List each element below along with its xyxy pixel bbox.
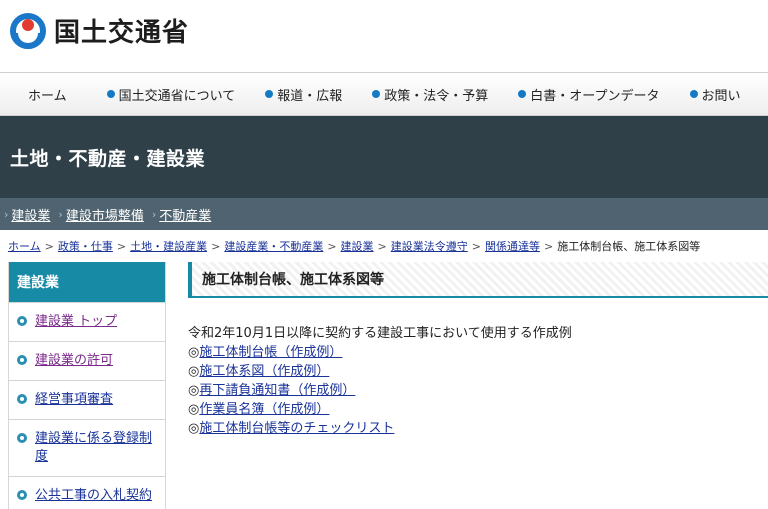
breadcrumb: ホーム > 政策・仕事 > 土地・建設産業 > 建設産業・不動産業 > 建設業 … — [0, 230, 768, 262]
page-title: 施工体制台帳、施工体系図等 — [188, 262, 768, 298]
bullet-icon — [17, 490, 27, 500]
document-link[interactable]: 施工体制台帳等のチェックリスト — [199, 421, 394, 436]
list-item: ◎再下請負通知書（作成例） — [188, 381, 768, 400]
gnav-label: 白書・オープンデータ — [530, 88, 660, 104]
document-link[interactable]: 作業員名簿（作成例） — [199, 402, 329, 417]
document-link[interactable]: 施工体制台帳（作成例） — [199, 345, 342, 360]
section-title: 土地・不動産・建設業 — [10, 147, 206, 170]
gnav-label: 国土交通省について — [118, 88, 236, 104]
gnav-item-about[interactable]: 国土交通省について — [93, 73, 266, 115]
site-title: 国土交通省 — [54, 18, 190, 48]
chevron-right-icon: › — [58, 207, 63, 221]
sidebar-item-label[interactable]: 建設業に係る登録制度 — [35, 431, 152, 464]
sidebar-item-label[interactable]: 建設業 トップ — [35, 314, 117, 329]
document-link[interactable]: 再下請負通知書（作成例） — [199, 383, 355, 398]
breadcrumb-link[interactable]: 建設産業・不動産業 — [224, 238, 323, 254]
sidebar: 建設業 建設業 トップ 建設業の許可 経営事項審査 建設業に係る登録制度 公共工… — [8, 262, 166, 509]
breadcrumb-link[interactable]: 政策・仕事 — [58, 238, 113, 254]
sidebar-item-registration[interactable]: 建設業に係る登録制度 — [9, 419, 165, 476]
section-banner: 土地・不動産・建設業 — [0, 116, 768, 198]
global-nav: ホーム 国土交通省について 報道・広報 政策・法令・予算 白書・オープンデータ … — [0, 72, 768, 116]
subnav-link-construction[interactable]: 建設業 — [11, 205, 50, 224]
double-circle-icon: ◎ — [188, 345, 200, 360]
bullet-icon — [17, 394, 27, 404]
gnav-label: 報道・広報 — [277, 88, 343, 104]
sidebar-item-label[interactable]: 経営事項審査 — [35, 392, 113, 407]
breadcrumb-link[interactable]: 建設業法令遵守 — [391, 238, 468, 254]
bullet-icon — [17, 433, 27, 443]
chevron-right-icon: › — [151, 207, 157, 221]
double-circle-icon: ◎ — [188, 421, 200, 436]
page-content: 建設業 建設業 トップ 建設業の許可 経営事項審査 建設業に係る登録制度 公共工… — [0, 262, 768, 509]
bullet-icon — [689, 90, 698, 98]
intro-text: 令和2年10月1日以降に契約する建設工事において使用する作成例 — [188, 326, 572, 341]
breadcrumb-separator: > — [543, 239, 554, 253]
sidebar-item-evaluation[interactable]: 経営事項審査 — [9, 380, 165, 419]
site-header: 国土交通省 — [0, 0, 768, 72]
breadcrumb-current: 施工体制台帳、施工体系図等 — [557, 240, 701, 253]
chevron-right-icon: › — [4, 207, 9, 221]
gnav-item-whitepaper[interactable]: 白書・オープンデータ — [518, 73, 689, 115]
gnav-item-contact[interactable]: お問い — [689, 73, 741, 115]
bullet-icon — [106, 90, 115, 98]
breadcrumb-link[interactable]: 関係通達等 — [485, 238, 540, 254]
double-circle-icon: ◎ — [188, 383, 200, 398]
bullet-icon — [518, 90, 527, 98]
list-item: ◎施工体系図（作成例） — [188, 362, 768, 381]
document-list: ◎施工体制台帳（作成例） ◎施工体系図（作成例） ◎再下請負通知書（作成例） ◎… — [188, 343, 768, 438]
bullet-icon — [372, 90, 381, 98]
mlit-logo-icon — [10, 12, 46, 49]
gnav-item-press[interactable]: 報道・広報 — [265, 73, 372, 115]
gnav-label: ホーム — [28, 88, 67, 104]
sidebar-item-top[interactable]: 建設業 トップ — [9, 302, 165, 341]
list-item: ◎作業員名簿（作成例） — [188, 400, 768, 419]
sidebar-item-license[interactable]: 建設業の許可 — [9, 341, 165, 380]
bullet-icon — [17, 355, 27, 365]
breadcrumb-separator: > — [471, 239, 481, 253]
breadcrumb-link[interactable]: ホーム — [8, 238, 41, 254]
breadcrumb-separator: > — [327, 239, 337, 253]
site-logo[interactable]: 国土交通省 — [10, 12, 189, 49]
breadcrumb-link[interactable]: 土地・建設産業 — [130, 238, 207, 254]
gnav-label: 政策・法令・予算 — [384, 88, 489, 104]
gnav-item-policy[interactable]: 政策・法令・予算 — [372, 73, 518, 115]
sidebar-item-label[interactable]: 建設業の許可 — [35, 353, 113, 368]
breadcrumb-separator: > — [377, 239, 387, 253]
breadcrumb-link[interactable]: 建設業 — [341, 238, 374, 254]
gnav-label: お問い — [701, 88, 741, 104]
sidebar-item-label[interactable]: 公共工事の入札契約 — [35, 488, 152, 503]
document-link[interactable]: 施工体系図（作成例） — [199, 364, 329, 379]
breadcrumb-separator: > — [211, 239, 221, 253]
bullet-icon — [265, 90, 274, 98]
sidebar-item-bidding[interactable]: 公共工事の入札契約 — [9, 476, 165, 509]
subnav-link-market[interactable]: 建設市場整備 — [66, 205, 144, 224]
sidebar-heading[interactable]: 建設業 — [9, 262, 165, 302]
sub-nav: › 建設業 › 建設市場整備 › 不動産業 — [0, 198, 768, 230]
double-circle-icon: ◎ — [188, 364, 200, 379]
main-content: 施工体制台帳、施工体系図等 令和2年10月1日以降に契約する建設工事において使用… — [166, 262, 768, 509]
breadcrumb-separator: > — [116, 239, 127, 253]
subnav-link-realestate[interactable]: 不動産業 — [159, 205, 211, 224]
list-item: ◎施工体制台帳等のチェックリスト — [188, 419, 768, 438]
breadcrumb-separator: > — [44, 239, 54, 253]
list-item: ◎施工体制台帳（作成例） — [188, 343, 768, 362]
double-circle-icon: ◎ — [188, 402, 200, 417]
gnav-item-home[interactable]: ホーム — [0, 73, 93, 115]
bullet-icon — [17, 316, 27, 326]
